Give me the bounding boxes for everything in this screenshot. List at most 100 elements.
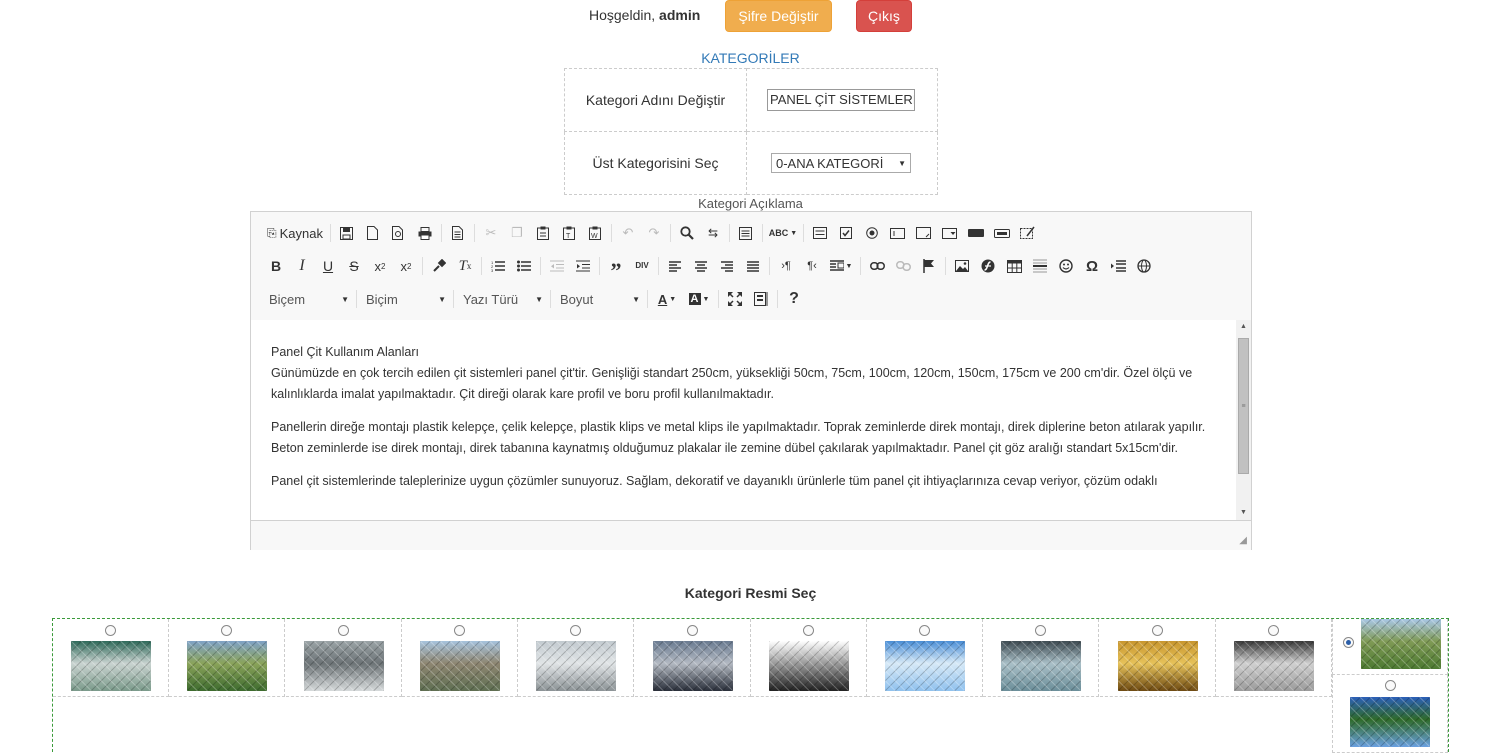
image-radio[interactable]: [1385, 680, 1397, 691]
language-icon[interactable]: ▼: [825, 254, 857, 278]
resize-handle-icon[interactable]: ◢: [1239, 535, 1247, 546]
unlink-icon[interactable]: [890, 254, 916, 278]
checkbox-icon[interactable]: [833, 221, 859, 245]
align-center-icon[interactable]: [688, 254, 714, 278]
remove-format-icon[interactable]: Tx: [452, 254, 478, 278]
ltr-icon[interactable]: ›¶: [773, 254, 799, 278]
div-container-icon[interactable]: DIV: [629, 254, 655, 278]
print-icon[interactable]: [412, 221, 438, 245]
paste-icon[interactable]: [530, 221, 556, 245]
scroll-up-icon[interactable]: ▲: [1236, 320, 1251, 334]
image-icon[interactable]: [949, 254, 975, 278]
templates-icon[interactable]: [445, 221, 471, 245]
font-combo[interactable]: Yazı Türü ▼: [457, 287, 547, 311]
image-radio[interactable]: [1343, 637, 1355, 648]
page-break-icon[interactable]: [1105, 254, 1131, 278]
italic-icon[interactable]: I: [289, 254, 315, 278]
scroll-down-icon[interactable]: ▼: [1236, 506, 1251, 520]
image-option[interactable]: [750, 619, 867, 697]
image-radio[interactable]: [453, 625, 465, 636]
size-combo[interactable]: Boyut ▼: [554, 287, 644, 311]
image-radio[interactable]: [1268, 625, 1279, 636]
image-radio[interactable]: [337, 625, 349, 636]
category-name-input[interactable]: PANEL ÇİT SİSTEMLERİ: [767, 89, 915, 111]
find-icon[interactable]: [674, 221, 700, 245]
image-option[interactable]: [1099, 619, 1216, 697]
special-char-icon[interactable]: Ω: [1079, 254, 1105, 278]
style-combo[interactable]: Biçim ▼: [360, 287, 450, 311]
align-left-icon[interactable]: [662, 254, 688, 278]
select-all-icon[interactable]: [733, 221, 759, 245]
select-field-icon[interactable]: [937, 221, 963, 245]
image-option[interactable]: [867, 619, 984, 697]
link-icon[interactable]: [864, 254, 890, 278]
cut-icon[interactable]: ✂: [478, 221, 504, 245]
subscript-icon[interactable]: x2: [367, 254, 393, 278]
source-button[interactable]: ⎘ Kaynak: [263, 221, 327, 245]
iframe-globe-icon[interactable]: [1131, 254, 1157, 278]
replace-icon[interactable]: ⇆: [700, 221, 726, 245]
image-option[interactable]: [518, 619, 635, 697]
textarea-icon[interactable]: [911, 221, 937, 245]
image-option[interactable]: [169, 619, 286, 697]
preview-icon[interactable]: [386, 221, 412, 245]
image-radio[interactable]: [570, 625, 582, 636]
smiley-icon[interactable]: [1053, 254, 1079, 278]
parent-category-select[interactable]: 0-ANA KATEGORİ ▼: [771, 153, 911, 173]
radio-button-icon[interactable]: [859, 221, 885, 245]
image-option[interactable]: [285, 619, 402, 697]
image-radio[interactable]: [105, 625, 116, 636]
redo-icon[interactable]: ↷: [641, 221, 667, 245]
help-icon[interactable]: ?: [781, 287, 807, 311]
change-password-button[interactable]: Şifre Değiştir: [725, 0, 832, 32]
underline-icon[interactable]: U: [315, 254, 341, 278]
logout-button[interactable]: Çıkış: [856, 0, 912, 32]
image-option[interactable]: [401, 619, 518, 697]
form-icon[interactable]: [807, 221, 833, 245]
copy-format-icon[interactable]: [426, 254, 452, 278]
format-combo[interactable]: Biçem ▼: [263, 287, 353, 311]
image-button-icon[interactable]: [989, 221, 1015, 245]
image-radio[interactable]: [1035, 625, 1047, 636]
outdent-icon[interactable]: [544, 254, 570, 278]
hidden-field-icon[interactable]: [1015, 221, 1041, 245]
bulleted-list-icon[interactable]: [511, 254, 537, 278]
paste-text-icon[interactable]: T: [556, 221, 582, 245]
image-radio[interactable]: [221, 625, 233, 636]
image-option[interactable]: [983, 619, 1100, 697]
paste-word-icon[interactable]: W: [582, 221, 608, 245]
categories-title[interactable]: KATEGORİLER: [0, 50, 1501, 66]
blockquote-icon[interactable]: ”: [603, 249, 629, 283]
indent-icon[interactable]: [570, 254, 596, 278]
spellcheck-icon[interactable]: ABC ▼: [766, 221, 800, 245]
superscript-icon[interactable]: x2: [393, 254, 419, 278]
strikethrough-icon[interactable]: S: [341, 254, 367, 278]
background-color-icon[interactable]: A ▼: [683, 287, 715, 311]
image-option[interactable]: [1216, 619, 1332, 697]
image-radio[interactable]: [802, 625, 814, 636]
image-radio[interactable]: [919, 625, 931, 636]
undo-icon[interactable]: ↶: [615, 221, 641, 245]
save-icon[interactable]: [334, 221, 360, 245]
image-option[interactable]: [634, 619, 751, 697]
editor-content[interactable]: Panel Çit Kullanım Alanları Günümüzde en…: [251, 320, 1236, 520]
maximize-icon[interactable]: [722, 287, 748, 311]
numbered-list-icon[interactable]: 123: [485, 254, 511, 278]
horizontal-line-icon[interactable]: [1027, 254, 1053, 278]
rtl-icon[interactable]: ¶‹: [799, 254, 825, 278]
table-icon[interactable]: [1001, 254, 1027, 278]
justify-icon[interactable]: [740, 254, 766, 278]
button-field-icon[interactable]: [963, 221, 989, 245]
text-color-icon[interactable]: A ▼: [651, 287, 683, 311]
scroll-thumb[interactable]: ≡: [1238, 338, 1249, 474]
image-radio[interactable]: [686, 625, 698, 636]
copy-icon[interactable]: ❐: [504, 221, 530, 245]
image-option[interactable]: [1332, 675, 1449, 753]
bold-icon[interactable]: B: [263, 254, 289, 278]
text-field-icon[interactable]: [885, 221, 911, 245]
show-blocks-icon[interactable]: [748, 287, 774, 311]
align-right-icon[interactable]: [714, 254, 740, 278]
flash-icon[interactable]: [975, 254, 1001, 278]
image-option[interactable]: [1332, 619, 1449, 675]
image-option[interactable]: [53, 619, 169, 697]
